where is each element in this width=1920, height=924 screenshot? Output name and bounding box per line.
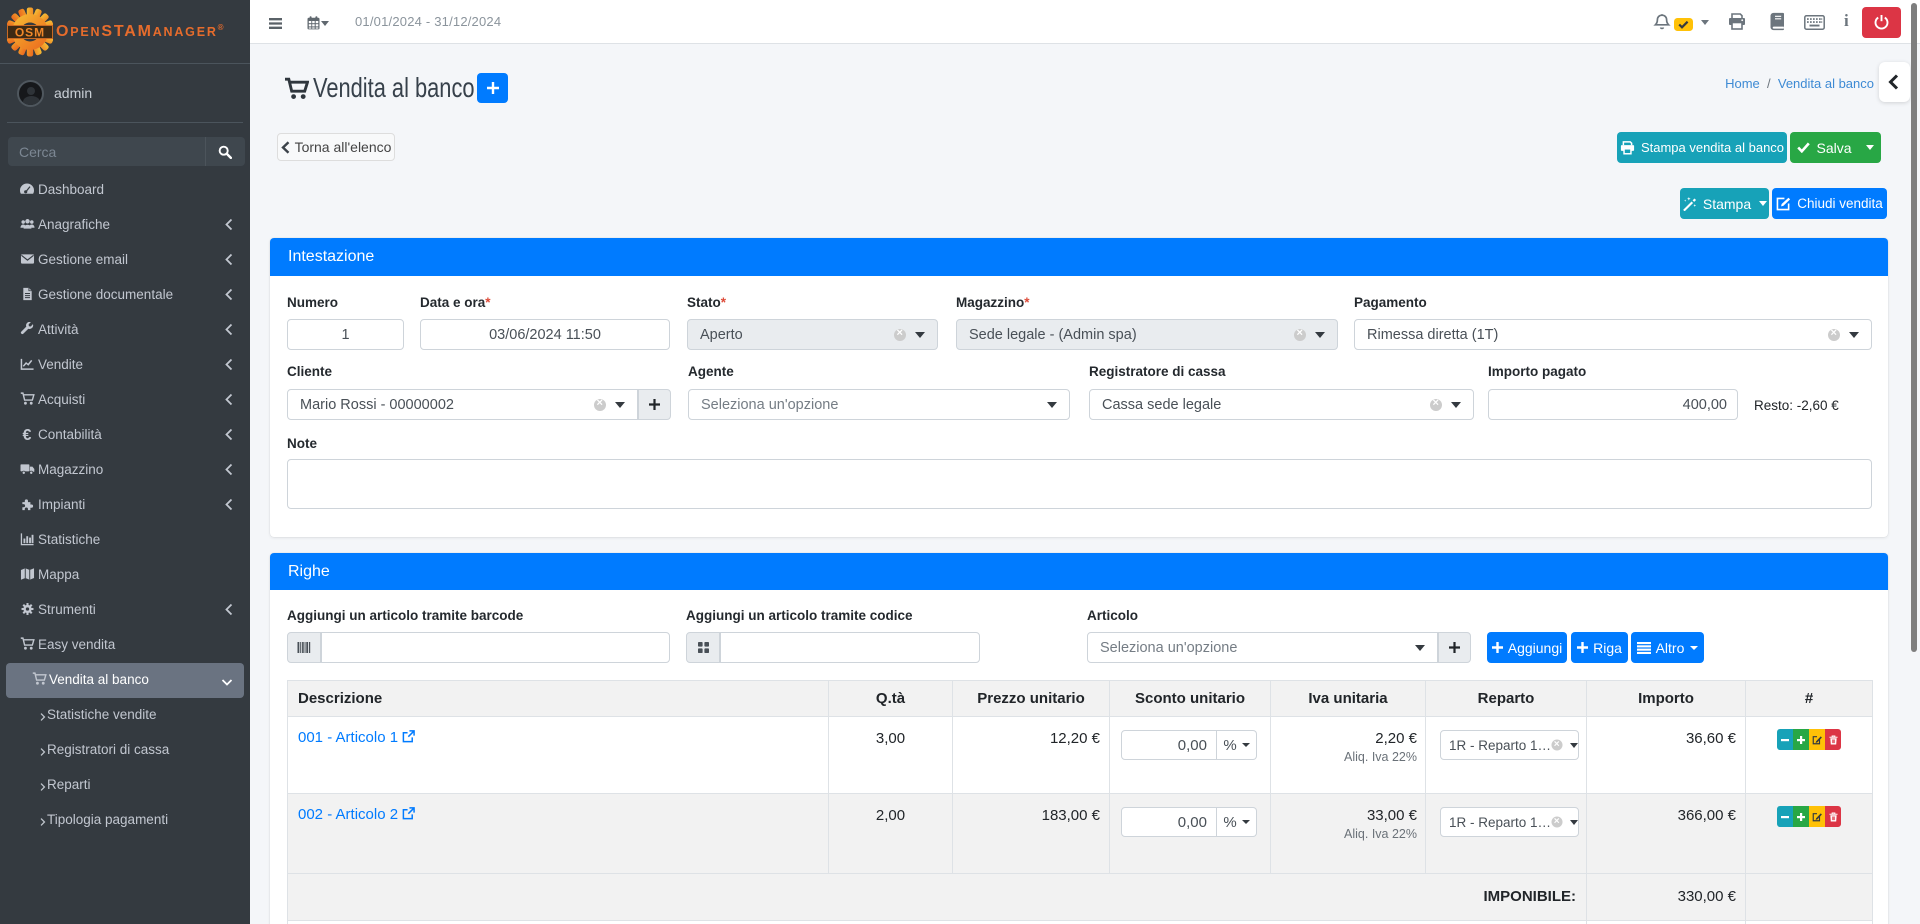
svg-text:OSM: OSM: [15, 26, 45, 40]
